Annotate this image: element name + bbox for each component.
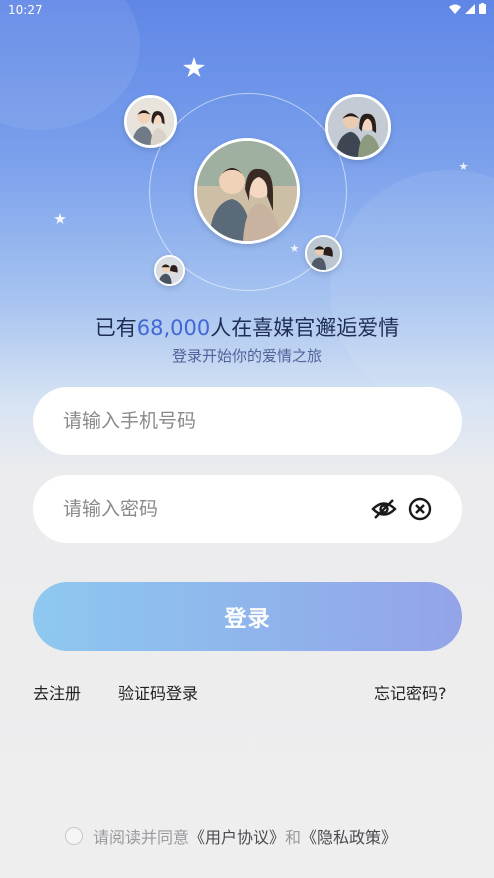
password-input[interactable] — [61, 497, 362, 521]
sparkle-icon — [459, 162, 468, 170]
status-bar: 10:27 — [0, 0, 494, 22]
couple-photo — [154, 255, 185, 286]
login-button[interactable]: 登录 — [33, 582, 462, 651]
forgot-password-link[interactable]: 忘记密码? — [374, 680, 447, 704]
couple-photo — [305, 235, 342, 272]
phone-field[interactable] — [33, 387, 462, 455]
eye-off-icon[interactable] — [370, 495, 398, 523]
agreement-checkbox[interactable] — [65, 827, 83, 845]
wifi-icon — [449, 4, 461, 14]
headline-prefix: 已有 — [94, 316, 137, 340]
battery-icon — [479, 3, 486, 14]
phone-input[interactable] — [61, 409, 434, 433]
agreement-conjunction: 和 — [285, 828, 302, 847]
member-count: 68,000 — [136, 316, 211, 340]
user-agreement-link[interactable]: 《用户协议》 — [189, 824, 285, 848]
login-screen: 10:27 已有68,000人在喜媒官邂逅爱情 登录开始你的爱情之旅 请输入手机… — [0, 0, 494, 878]
code-login-link[interactable]: 验证码登录 — [118, 680, 198, 704]
password-field[interactable] — [33, 475, 462, 543]
background-blob — [330, 170, 494, 410]
status-icons — [449, 3, 486, 14]
clear-icon[interactable] — [406, 495, 434, 523]
agreement-row: 请阅读并同意 《用户协议》 和 《隐私政策》 — [65, 824, 397, 848]
signal-icon — [465, 3, 475, 14]
subtitle: 登录开始你的爱情之旅 — [171, 347, 322, 365]
privacy-policy-link[interactable]: 《隐私政策》 — [301, 824, 397, 848]
register-link[interactable]: 去注册 — [33, 680, 81, 704]
status-time: 10:27 — [8, 3, 43, 17]
sparkle-icon — [183, 57, 205, 77]
sparkle-icon — [54, 213, 66, 224]
agreement-prefix: 请阅读并同意 — [93, 828, 190, 847]
headline: 已有68,000人在喜媒官邂逅爱情 — [0, 312, 494, 342]
couple-photo — [124, 95, 177, 148]
couple-photo-main — [194, 138, 300, 244]
couple-photo — [325, 94, 391, 160]
headline-suffix: 人在喜媒官邂逅爱情 — [210, 316, 400, 340]
